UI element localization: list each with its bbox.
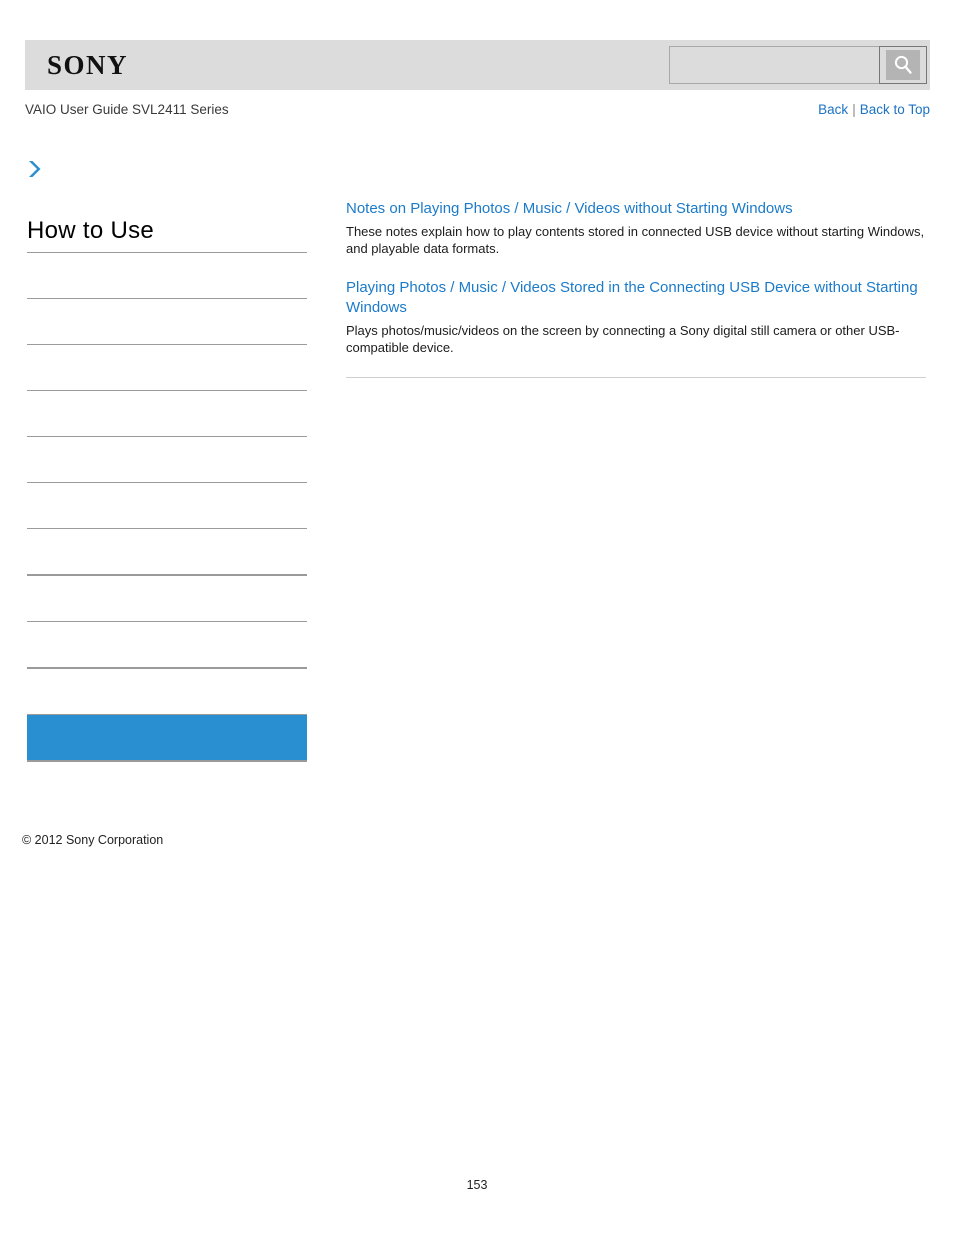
sidebar-item-5[interactable] <box>27 437 307 482</box>
content-entry-1: Notes on Playing Photos / Music / Videos… <box>346 199 926 258</box>
chevron-right-icon[interactable] <box>25 158 47 180</box>
nav-separator: | <box>852 102 856 117</box>
page-title: VAIO User Guide SVL2411 Series <box>25 102 229 117</box>
sidebar-item-10[interactable] <box>27 669 307 714</box>
sidebar-heading: How to Use <box>27 217 155 244</box>
header-nav: Back | Back to Top <box>818 100 930 120</box>
entry-link-1[interactable]: Notes on Playing Photos / Music / Videos… <box>346 199 926 220</box>
sidebar-item-7[interactable] <box>27 529 307 574</box>
page-number: 153 <box>466 1178 488 1192</box>
sidebar-item-6[interactable] <box>27 483 307 528</box>
back-to-top-link[interactable]: Back to Top <box>860 102 930 117</box>
sidebar-item-selected[interactable] <box>27 715 307 760</box>
sidebar-divider-11 <box>27 760 307 762</box>
sidebar-item-3[interactable] <box>27 345 307 390</box>
sidebar: How to Use <box>27 158 307 762</box>
entry-description-2: Plays photos/music/videos on the screen … <box>346 322 900 356</box>
search-input[interactable] <box>669 46 879 84</box>
site-header: SONY <box>25 40 930 90</box>
search-button[interactable] <box>879 46 927 84</box>
search-area <box>669 46 927 84</box>
content-bottom-rule <box>346 376 926 378</box>
sidebar-item-9[interactable] <box>27 622 307 667</box>
search-icon <box>886 50 920 80</box>
back-link[interactable]: Back <box>818 102 848 117</box>
entry-description-1: These notes explain how to play contents… <box>346 223 925 257</box>
subheader: VAIO User Guide SVL2411 Series Back | Back… <box>25 100 930 122</box>
entry-link-2[interactable]: Playing Photos / Music / Videos Stored i… <box>346 278 926 319</box>
content-entry-2: Playing Photos / Music / Videos Stored i… <box>346 278 926 357</box>
sidebar-item-4[interactable] <box>27 391 307 436</box>
sony-logo: SONY <box>47 50 129 80</box>
copyright-notice: © 2012 Sony Corporation <box>22 833 164 847</box>
sidebar-item-1[interactable] <box>27 253 307 298</box>
sidebar-item-2[interactable] <box>27 299 307 344</box>
main-content: Notes on Playing Photos / Music / Videos… <box>346 199 926 378</box>
sidebar-item-8[interactable] <box>27 576 307 621</box>
